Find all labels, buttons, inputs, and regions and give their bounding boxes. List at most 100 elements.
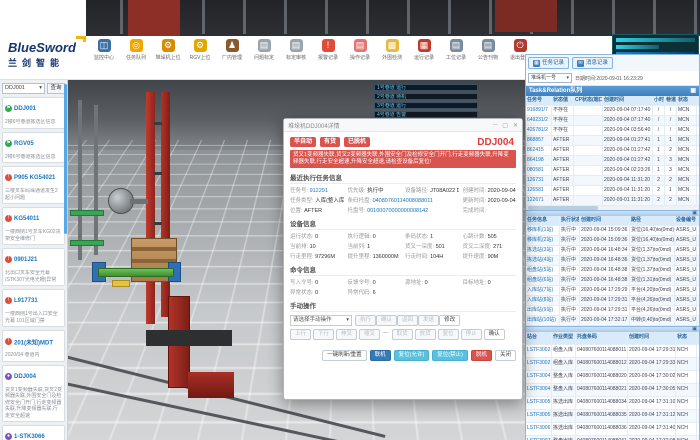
close-icon[interactable]: ✕ xyxy=(513,122,518,129)
manual-op-button[interactable]: 返回 xyxy=(397,315,418,326)
table-row[interactable]: LSTF3005拣选出库040807600114088034 2020-09-0… xyxy=(526,397,699,410)
device-filter-select[interactable]: DDJ001 ▾ xyxy=(2,83,45,94)
column-header[interactable]: 小时 xyxy=(653,96,665,105)
menu-item[interactable]: ▦ 运行记录 xyxy=(408,39,440,61)
jog-button[interactable]: 放货 xyxy=(415,329,436,340)
alert-card[interactable]: !KG54011 一楼西侧1号叉车KG02货架安全维修门 xyxy=(2,207,65,245)
column-header[interactable]: 站台 xyxy=(526,332,552,344)
crane-filter-select[interactable]: 堆垛机一号 ▾ xyxy=(528,73,572,83)
footer-button[interactable]: 复位(允许) xyxy=(394,350,430,361)
jog-button[interactable]: 停止 xyxy=(461,329,482,340)
column-header[interactable]: 执行状态 xyxy=(560,216,580,225)
menu-item[interactable]: ⚙ RGV上位 xyxy=(184,39,216,61)
minimize-icon[interactable]: ─ xyxy=(493,122,497,128)
alert-card[interactable]: ⚑RGV05 2楼6号巷道拣选区信息 xyxy=(2,132,65,164)
jog-button[interactable]: 伸叉 xyxy=(336,329,357,340)
menu-item[interactable]: ▤ 工位记录 xyxy=(440,39,472,61)
search-button[interactable]: 查询 xyxy=(47,83,65,94)
table-row[interactable]: 入库站(8站)执行中2020-09-04 17:29:31 平台(4,26)to… xyxy=(526,296,699,306)
column-header[interactable]: 创建时间 xyxy=(603,96,653,105)
table-row[interactable]: LSTF3004整盘入库040807600114088021 2020-09-0… xyxy=(526,384,699,397)
table-row[interactable]: 426781/2不存在 2020-09-04 03:56:40// MCN xyxy=(526,126,699,136)
table-row[interactable]: 122671AFTER 2020-09-01 11:31:2022 MCN xyxy=(526,196,699,206)
table-row[interactable]: LSTF3002组盘入库040807600114088012 2020-09-0… xyxy=(526,358,699,371)
menu-item[interactable]: ▩ 外围检测 xyxy=(376,39,408,61)
jog-button[interactable]: 上行 xyxy=(290,329,311,340)
table-row[interactable]: 移库机(1站)执行中2020-09-04 15:09:36 货位(16,40)t… xyxy=(526,226,699,236)
menu-item[interactable]: ▤ 操作记录 xyxy=(344,39,376,61)
table-row[interactable]: 916891/7不存在 2020-09-04 07:17:40// MCN xyxy=(526,106,699,116)
column-header[interactable]: 巷道 xyxy=(665,96,677,105)
table-row[interactable]: 126731AFTER 2020-09-04 11:31:2022 MCN xyxy=(526,176,699,186)
column-header[interactable]: 任务信息 xyxy=(526,216,560,225)
column-header[interactable]: 状态 xyxy=(677,96,697,105)
alert-card[interactable]: !0901J21 北出口叉车安全光幕(STK307光电光栅)异常 xyxy=(2,248,65,286)
column-header[interactable]: 状态 xyxy=(676,332,697,344)
table-row[interactable]: LSTF3005拣选出库040807600114088035 2020-09-0… xyxy=(526,410,699,423)
footer-button[interactable]: 一键刷新/重置 xyxy=(322,350,367,361)
alert-card[interactable]: !P905 KG54021 三楼叉车码垛通道发生2起小问题 xyxy=(2,166,65,204)
table-row[interactable]: 拣选站(3站)执行中2020-09-04 16:48:34 货位(1,37)to… xyxy=(526,246,699,256)
table-row[interactable]: 出库站(9站)执行中2020-09-04 17:29:31 平台(4,26)to… xyxy=(526,306,699,316)
menu-item[interactable]: ▤ 问题标定 xyxy=(248,39,280,61)
alert-card[interactable]: !L917731 一楼西侧1号出入口安全光幕 101区域门禁 xyxy=(2,289,65,327)
column-header[interactable]: 创建时间 xyxy=(628,332,676,344)
table-row[interactable]: 组盘站(5站)执行中2020-09-04 16:48:38 货位(1,37)to… xyxy=(526,266,699,276)
column-header[interactable]: 作业类型 xyxy=(552,332,576,344)
column-header[interactable]: 托盘条码 xyxy=(576,332,628,344)
panel-tab[interactable]: ▦ 任务记录 xyxy=(528,57,569,69)
manual-op-button[interactable]: 确认 xyxy=(376,315,397,326)
jog-button[interactable]: 缩叉 xyxy=(359,329,380,340)
maximize-icon[interactable]: ▢ xyxy=(502,122,508,129)
table-row[interactable]: 649231/2不存在 2020-09-04 07:17:40// MCN xyxy=(526,116,699,126)
alert-card[interactable]: ⚑DDJ001 2楼6号巷道拣选区信息 xyxy=(2,97,65,129)
footer-button[interactable]: 联机 xyxy=(370,350,391,361)
sidebar-scrollbar[interactable] xyxy=(64,84,67,234)
table-row[interactable]: LSTF3006拣选出库040807600114088036 2020-09-0… xyxy=(526,423,699,436)
jog-button[interactable]: 确认 xyxy=(484,329,505,340)
table-row[interactable]: 组盘站(6站)执行中2020-09-04 16:48:38 货位(1,31)to… xyxy=(526,276,699,286)
table-row[interactable]: 126581AFTER 2020-09-04 11:31:2021 MCN xyxy=(526,186,699,196)
column-header[interactable]: CP状态(端口) xyxy=(574,96,603,105)
manual-op-select[interactable]: 请选择手动操作 ▾ xyxy=(290,315,352,326)
jog-button[interactable]: 复位 xyxy=(438,329,459,340)
alert-card[interactable]: ●DDJ004 货叉1变频器失联,货叉2变频器失联,外围安全门及检修安全门开门,… xyxy=(2,365,65,423)
manual-op-button[interactable]: 修改 xyxy=(439,315,460,326)
manual-op-button[interactable]: 发送 xyxy=(418,315,439,326)
menu-item[interactable]: ▤ 公告刊物 xyxy=(472,39,504,61)
alert-card[interactable]: !201(未知)MDT 2020/04 巷道内 xyxy=(2,330,65,362)
table-row[interactable]: 出库站(10站)执行中2020-09-04 17:32:17 中转(0,40)t… xyxy=(526,316,699,326)
jog-button[interactable]: 取货 xyxy=(392,329,413,340)
jog-button[interactable]: — xyxy=(382,329,390,340)
column-header[interactable]: 任务号 xyxy=(526,96,552,105)
column-header[interactable]: 路径 xyxy=(630,216,675,225)
menu-item[interactable]: ! 报警记录 xyxy=(312,39,344,61)
menu-item[interactable]: ⚙ 堆垛机上位 xyxy=(152,39,184,61)
table-row[interactable]: 864198AFTER 2020-09-04 01:27:4213 MCN xyxy=(526,156,699,166)
column-header[interactable]: 状态值 xyxy=(552,96,574,105)
table-row[interactable]: 868857AFTER 2020-09-04 01:27:4111 MCN xyxy=(526,136,699,146)
column-header[interactable]: 设备编号 xyxy=(675,216,697,225)
table-row[interactable]: 080581AFTER 2020-09-04 02:23:2613 MCN xyxy=(526,166,699,176)
footer-button[interactable]: 复位(禁止) xyxy=(432,350,468,361)
menu-item[interactable]: ◫ 监控中心 xyxy=(88,39,120,61)
table-row[interactable]: LSTF3007整盘出库040807600114088041 2020-09-0… xyxy=(526,436,699,440)
table-row[interactable]: 移库机(2站)执行中2020-09-04 15:09:36 货位(16,40)t… xyxy=(526,236,699,246)
collapse-icon[interactable]: ▣ xyxy=(690,86,696,96)
table-row[interactable]: LSTF3004整盘入库040807600114088020 2020-09-0… xyxy=(526,371,699,384)
footer-button[interactable]: 脱机 xyxy=(471,350,492,361)
footer-button[interactable]: 关闭 xyxy=(495,350,516,361)
menu-item[interactable]: ♟ 厂内管理 xyxy=(216,39,248,61)
manual-op-button[interactable]: 执行 xyxy=(355,315,376,326)
alert-card[interactable]: ●1-STK3066 伺服数控28 10 xyxy=(2,425,65,440)
menu-item[interactable]: ▤ 标定审核 xyxy=(280,39,312,61)
table-row[interactable]: LSTF3002组盘入库040807600114088011 2020-09-0… xyxy=(526,345,699,358)
jog-button[interactable]: 下行 xyxy=(313,329,334,340)
horizontal-scrollbar[interactable] xyxy=(526,206,699,210)
panel-tab[interactable]: ✉ 消息记录 xyxy=(572,57,613,69)
table-row[interactable]: 拣选站(4站)执行中2020-09-04 16:48:36 货位(1,37)to… xyxy=(526,256,699,266)
menu-item[interactable]: ◎ 任务队列 xyxy=(120,39,152,61)
table-row[interactable]: 入库站(7站)执行中2020-09-04 17:29:29 平台(4,20)to… xyxy=(526,286,699,296)
column-header[interactable]: 创建时间 xyxy=(580,216,630,225)
table-row[interactable]: 862415AFTER 2020-09-04 01:27:4212 MCN xyxy=(526,146,699,156)
